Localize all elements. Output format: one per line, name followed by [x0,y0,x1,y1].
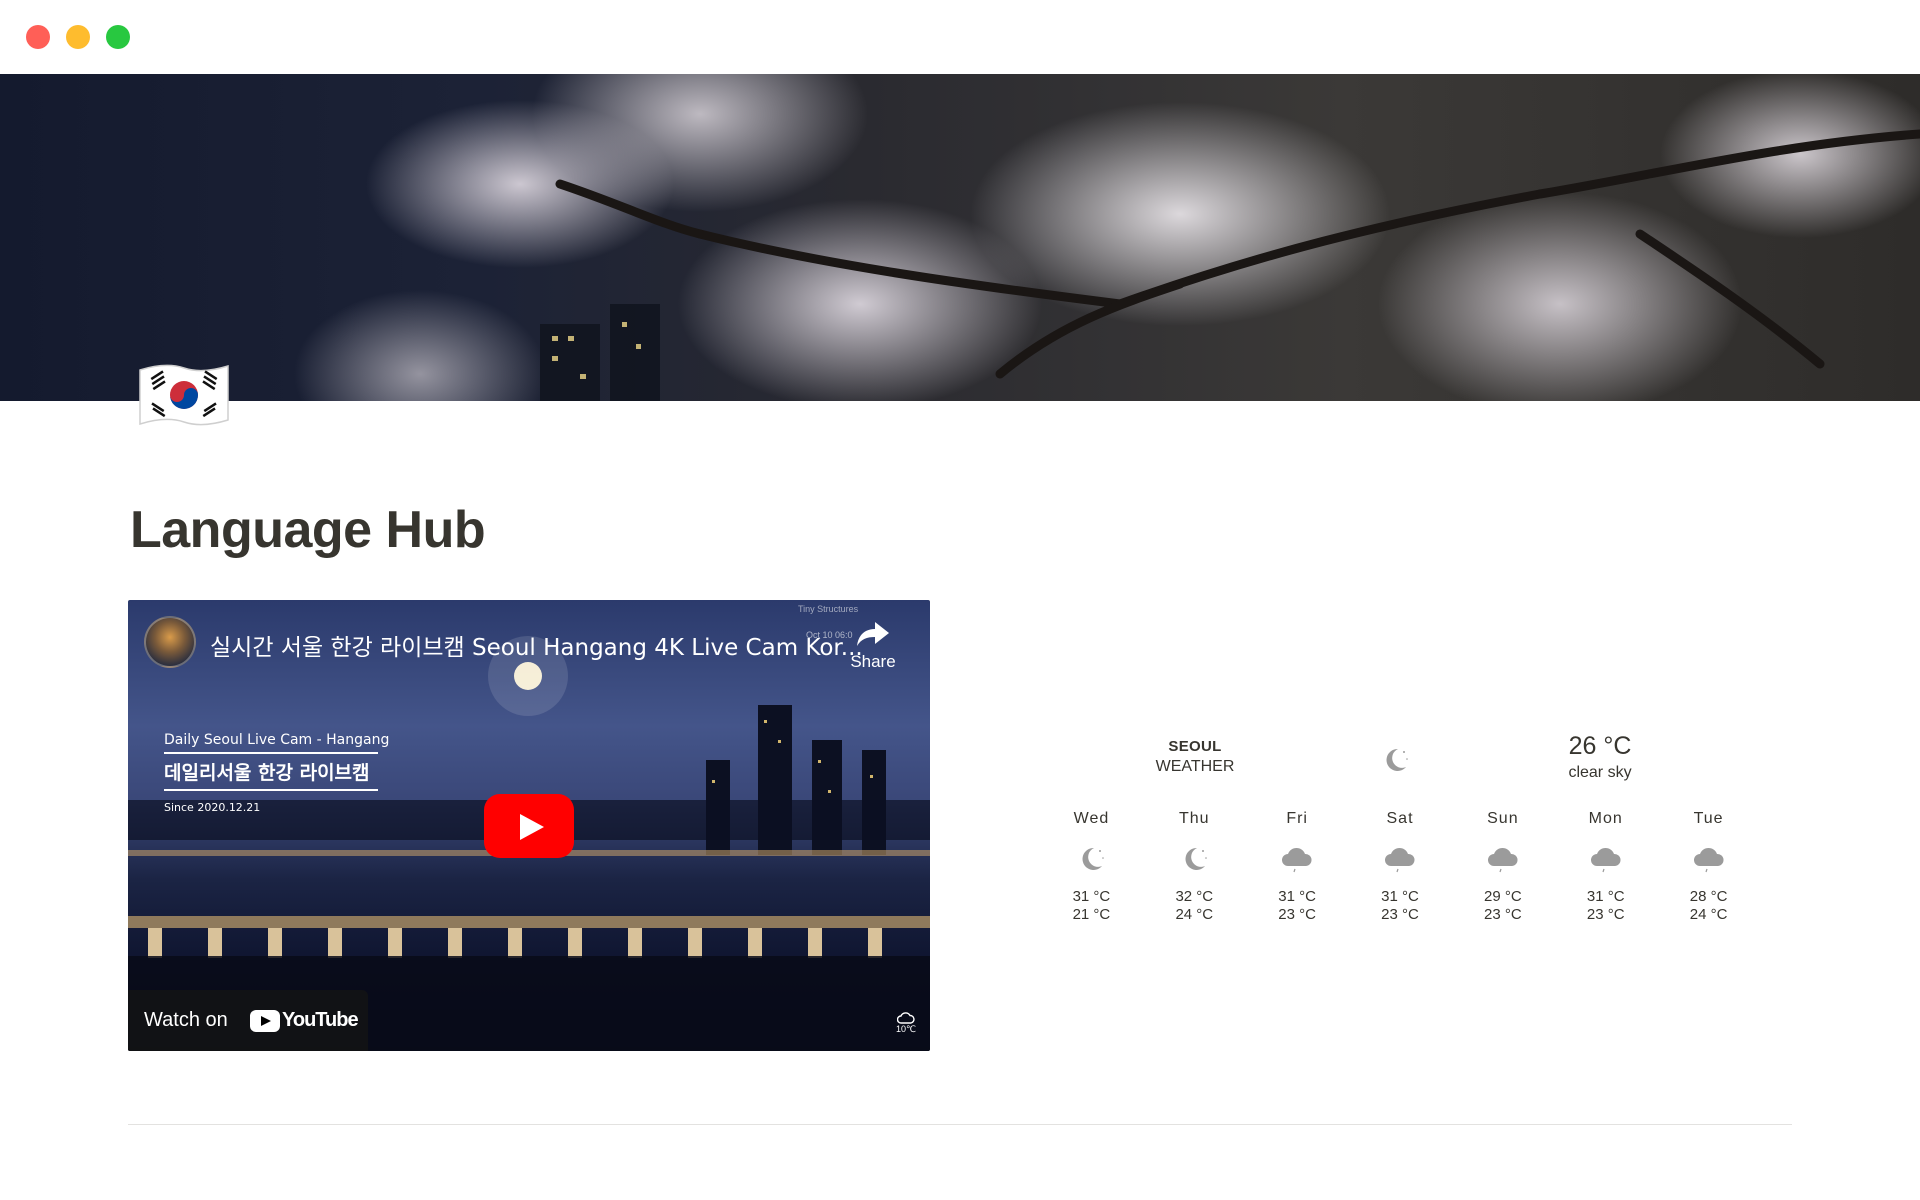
video-title[interactable]: 실시간 서울 한강 라이브캠 Seoul Hangang 4K Live Cam… [210,628,863,662]
forecast-day-name: Sat [1386,810,1414,827]
caption-korean: 데일리서울 한강 라이브캠 [164,762,370,784]
forecast-low: 23 °C [1484,906,1522,923]
weather-forecast: Wed 31 °C 21 °C Thu 32 °C 24 °C Fri 31 °… [1040,810,1760,924]
share-icon [857,622,889,646]
forecast-day-name: Mon [1588,810,1623,827]
moon-icon [1185,847,1208,870]
play-button[interactable] [484,794,574,858]
cloud-icon [897,1012,915,1024]
forecast-high: 28 °C [1689,888,1728,905]
cloud-icon [1487,847,1518,873]
forecast-low: 21 °C [1072,906,1111,923]
window-titlebar [0,0,1920,74]
forecast-high: 32 °C [1175,888,1214,905]
page-title[interactable]: Language Hub [130,500,486,560]
forecast-day: Sat 31 °C 23 °C [1349,810,1452,924]
forecast-day: Sun 29 °C 23 °C [1451,810,1554,924]
forecast-day-name: Tue [1693,810,1724,827]
weather-label: WEATHER [1155,758,1235,775]
moon-icon [1386,748,1408,771]
watch-on-youtube-button[interactable]: Watch on YouTube [128,990,368,1051]
youtube-embed[interactable]: 실시간 서울 한강 라이브캠 Seoul Hangang 4K Live Cam… [128,600,930,1051]
forecast-low: 23 °C [1381,906,1419,923]
forecast-high: 31 °C [1381,888,1419,905]
weather-widget[interactable]: SEOUL WEATHER 26 °C clear sky Wed 31 °C … [1040,720,1740,960]
forecast-day: Thu 32 °C 24 °C [1143,810,1246,924]
forecast-day-name: Thu [1179,810,1210,827]
minimize-window-button[interactable] [66,25,90,49]
forecast-low: 23 °C [1278,906,1316,923]
maximize-window-button[interactable] [106,25,130,49]
forecast-day-name: Sun [1487,810,1519,827]
forecast-day: Fri 31 °C 23 °C [1246,810,1349,924]
cherry-blossom-branches [540,129,1920,401]
video-weather-overlay: 10℃ [892,1012,920,1035]
south-korea-flag-icon[interactable] [136,360,232,430]
share-button[interactable]: Share [828,618,918,672]
caption-divider [164,789,378,791]
close-window-button[interactable] [26,25,50,49]
forecast-day-name: Fri [1286,810,1308,827]
forecast-high: 31 °C [1278,888,1316,905]
share-label: Share [850,652,896,671]
forecast-day-name: Wed [1073,810,1110,827]
section-divider [128,1124,1792,1125]
video-weather-temp: 10℃ [895,1024,917,1034]
weather-current-desc: clear sky [1568,764,1632,781]
weather-current-temp: 26 °C [1568,732,1632,760]
caption-english: Daily Seoul Live Cam - Hangang [164,732,390,748]
forecast-high: 31 °C [1072,888,1111,905]
cloud-icon [1385,847,1415,873]
cloud-icon [1590,847,1621,873]
forecast-high: 31 °C [1586,888,1625,905]
caption-since: Since 2020.12.21 [164,801,261,814]
weather-city: SEOUL [1168,738,1222,755]
forecast-low: 23 °C [1586,906,1625,923]
cloud-icon [1282,847,1312,873]
forecast-high: 29 °C [1484,888,1522,905]
video-caption-overlay: Daily Seoul Live Cam - Hangang 데일리서울 한강 … [164,732,390,814]
caption-divider [164,752,378,754]
page-cover-image[interactable] [0,74,1920,401]
watch-on-label: Watch on [144,1009,228,1031]
moon-icon [1082,847,1105,870]
video-watermark: Tiny Structures [798,604,859,614]
cloud-icon [1693,847,1724,873]
forecast-day: Mon 31 °C 23 °C [1554,810,1657,924]
forecast-day: Tue 28 °C 24 °C [1657,810,1760,924]
youtube-logo-icon [250,1010,280,1032]
forecast-low: 24 °C [1689,906,1728,923]
forecast-day: Wed 31 °C 21 °C [1040,810,1143,924]
youtube-wordmark: YouTube [282,1009,359,1031]
forecast-low: 24 °C [1175,906,1214,923]
channel-avatar[interactable] [144,616,196,668]
